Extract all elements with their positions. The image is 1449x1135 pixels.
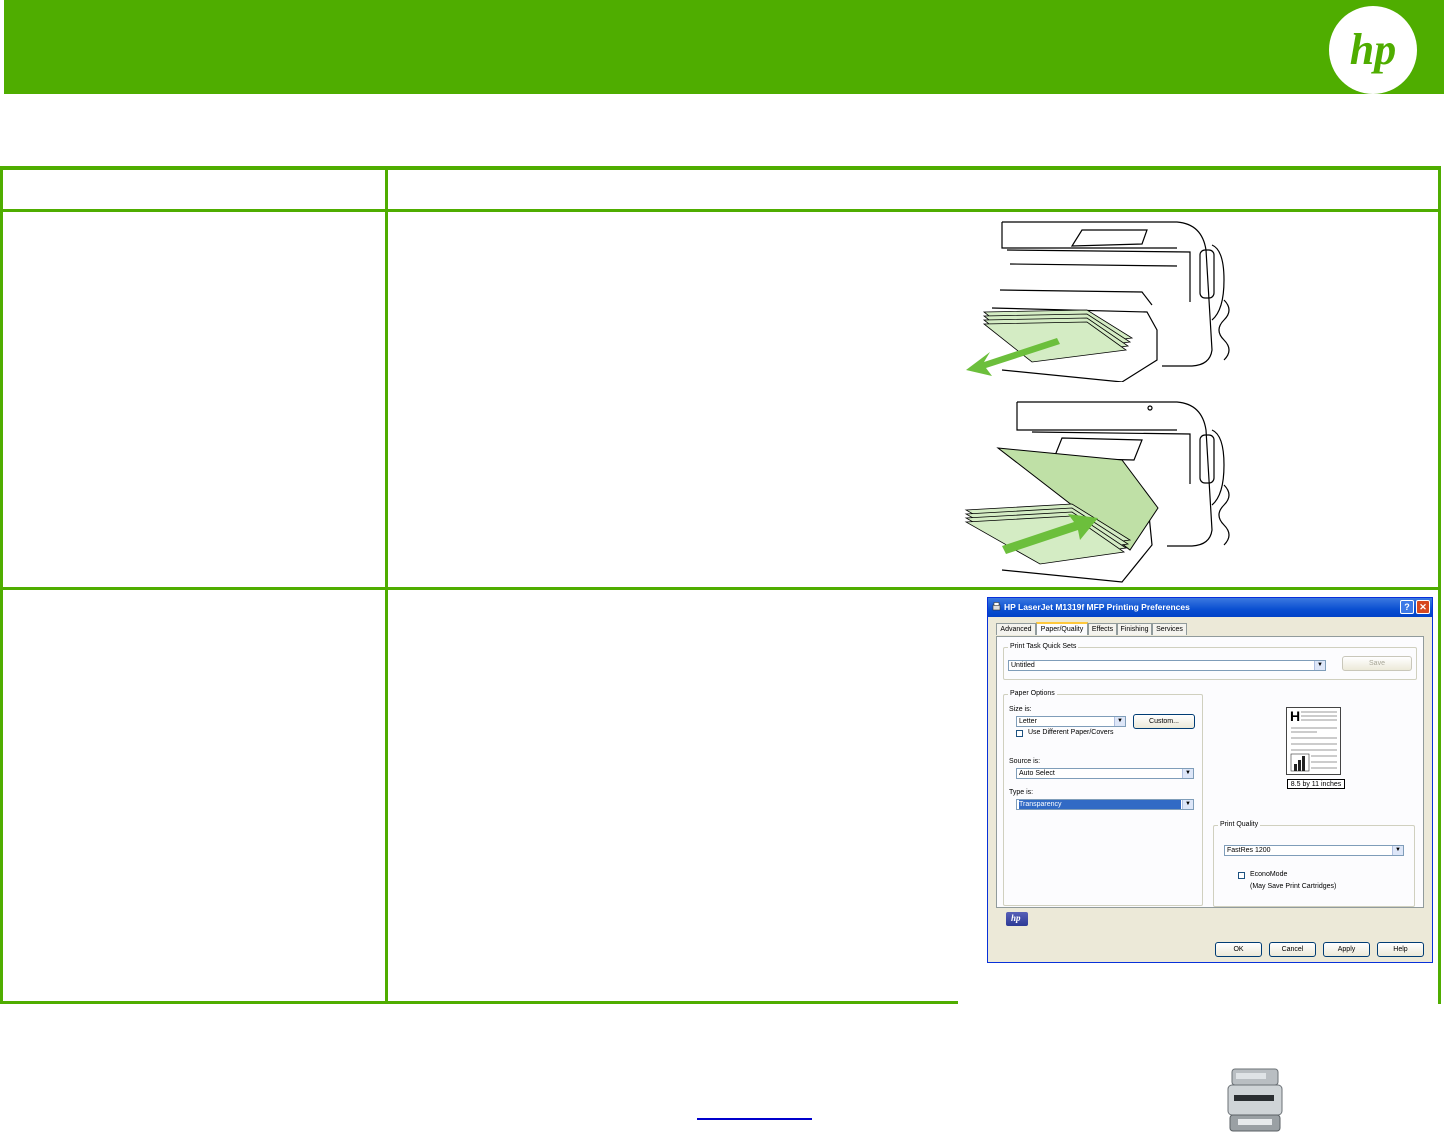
apply-button[interactable]: Apply [1323,942,1370,957]
paper-quality-panel: Print Task Quick Sets Untitled ▼ Save Pa… [996,636,1424,908]
quick-sets-select[interactable]: Untitled ▼ [1008,660,1326,671]
printer-remove-paper-illustration [966,221,1230,382]
quick-sets-group: Print Task Quick Sets Untitled ▼ Save [1003,643,1417,680]
printer-icon [992,602,1001,611]
size-select[interactable]: Letter ▼ [1016,716,1126,727]
tab-finishing[interactable]: Finishing [1117,623,1152,635]
tab-effects[interactable]: Effects [1088,623,1117,635]
print-quality-select[interactable]: FastRes 1200 ▼ [1224,845,1404,856]
size-value: Letter [1019,718,1037,725]
table-rule-row1 [0,587,1441,590]
print-quality-group: Print Quality FastRes 1200 ▼ EconoMode (… [1213,821,1415,907]
economode-note: (May Save Print Cartridges) [1250,883,1337,890]
help-icon[interactable]: ? [1400,600,1414,614]
paper-preview: H [1286,707,1341,775]
size-label: Size is: [1009,706,1032,713]
table-rule-left [0,166,3,1004]
preview-lines [1290,711,1337,772]
printer-thumbnail-icon [1227,1068,1283,1132]
chevron-down-icon: ▼ [1182,769,1193,778]
footer-link[interactable] [697,1118,812,1120]
different-paper-checkbox[interactable] [1016,730,1023,737]
print-quality-value: FastRes 1200 [1227,847,1271,854]
chevron-down-icon: ▼ [1314,661,1325,670]
help-button[interactable]: Help [1377,942,1424,957]
dialog-titlebar: HP LaserJet M1319f MFP Printing Preferen… [988,598,1432,617]
source-value: Auto Select [1019,770,1055,777]
hp-small-logo-icon: hp [1006,912,1028,926]
different-paper-label: Use Different Paper/Covers [1028,729,1114,736]
type-value: Transparency [1019,800,1181,809]
printer-insert-paper-illustration [964,401,1230,583]
custom-size-button[interactable]: Custom... [1133,714,1195,729]
table-rule-right [1438,166,1441,1004]
quick-sets-value: Untitled [1011,662,1035,669]
tab-services[interactable]: Services [1152,623,1187,635]
ok-button[interactable]: OK [1215,942,1262,957]
tab-advanced[interactable]: Advanced [996,623,1036,635]
printing-preferences-dialog: HP LaserJet M1319f MFP Printing Preferen… [987,597,1433,963]
svg-text:hp: hp [1350,25,1396,74]
economode-checkbox[interactable] [1238,872,1245,879]
print-quality-title: Print Quality [1218,821,1261,828]
table-rule-header [0,209,1441,212]
dialog-title: HP LaserJet M1319f MFP Printing Preferen… [1004,602,1190,612]
close-icon[interactable]: ✕ [1416,600,1430,614]
source-label: Source is: [1009,758,1041,765]
page-header-band: hp [4,0,1444,94]
hp-logo-icon: hp [1329,6,1417,94]
preview-caption: 8.5 by 11 inches [1287,779,1345,789]
paper-options-title: Paper Options [1008,690,1057,697]
source-select[interactable]: Auto Select ▼ [1016,768,1194,779]
table-header-row [0,170,1441,214]
save-button[interactable]: Save [1342,656,1412,671]
tab-paper-quality[interactable]: Paper/Quality [1036,622,1088,635]
economode-label: EconoMode [1250,871,1288,878]
chevron-down-icon: ▼ [1392,846,1403,855]
chevron-down-icon: ▼ [1114,717,1125,726]
cancel-button[interactable]: Cancel [1269,942,1316,957]
table-rule-bottom [0,1001,958,1004]
chevron-down-icon: ▼ [1182,800,1193,809]
table-rule-col-divider [385,166,388,1004]
type-label: Type is: [1009,789,1034,796]
type-select[interactable]: Transparency ▼ [1016,799,1194,810]
quick-sets-title: Print Task Quick Sets [1008,643,1079,650]
paper-options-group: Paper Options Size is: Letter ▼ Custom..… [1003,690,1203,906]
